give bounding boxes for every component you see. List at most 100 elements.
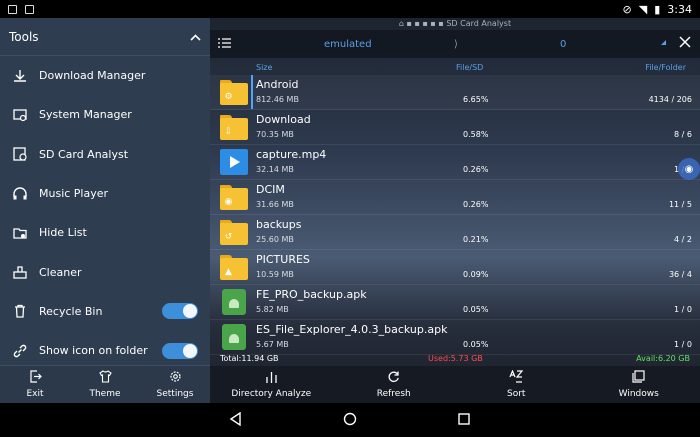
file-name: PICTURES (256, 253, 310, 266)
drawer-item-sd-card-analyst[interactable]: SD Card Analyst (0, 135, 210, 174)
app-title: SD Card Analyst (446, 19, 512, 28)
windows-icon (632, 370, 645, 386)
file-folder-count: 8 / 6 (674, 130, 692, 139)
recycle-bin-toggle[interactable] (162, 303, 198, 320)
file-size: 5.67 MB (256, 340, 289, 349)
file-size: 10.59 MB (256, 270, 294, 279)
refresh-icon (387, 370, 400, 386)
folder-camera-icon: ◉ (220, 183, 248, 211)
windows-button[interactable]: Windows (578, 366, 700, 403)
filefolder-column-header[interactable]: File/Folder (645, 63, 686, 72)
storage-notification-icon (25, 4, 34, 14)
system-manager-icon (11, 106, 29, 124)
directory-analyze-button[interactable]: Directory Analyze (210, 366, 333, 403)
analyst-toolbar: emulated ⟩ 0 (210, 30, 700, 58)
tools-drawer: Tools Download Manager System Manager SD… (0, 18, 210, 403)
table-row[interactable]: ES_File_Explorer_4.0.3_backup.apk 5.67 M… (210, 320, 700, 355)
tools-title: Tools (9, 29, 39, 44)
do-not-disturb-icon: ⊘ (622, 2, 632, 16)
file-size: 32.14 MB (256, 165, 294, 174)
table-row[interactable]: ↺ backups 25.60 MB 0.21% 4 / 2 (210, 215, 700, 250)
shirt-icon (98, 370, 112, 386)
drawer-item-recycle-bin[interactable]: Recycle Bin (0, 292, 210, 331)
used-storage: Used:5.73 GB (428, 354, 483, 363)
current-path[interactable]: emulated (324, 39, 372, 50)
analyst-bottom-bar: Directory Analyze Refresh Sort Windows (210, 366, 700, 403)
drawer-item-label: SD Card Analyst (39, 147, 129, 161)
status-bar: ⊘ ◥ ▮ 3:34 (0, 0, 700, 18)
selection-indicator (251, 75, 253, 109)
settings-button[interactable]: Settings (140, 366, 210, 403)
apk-android-icon (220, 288, 248, 316)
link-icon (11, 342, 29, 360)
table-row[interactable]: capture.mp4 32.14 MB 0.26% 1 / 0 (210, 145, 700, 180)
dropdown-corner-icon (661, 40, 666, 45)
file-name: FE_PRO_backup.apk (256, 288, 367, 301)
file-name: backups (256, 218, 302, 231)
drawer-item-system-manager[interactable]: System Manager (0, 95, 210, 134)
drawer-item-music-player[interactable]: Music Player (0, 174, 210, 213)
drawer-item-label: Hide List (39, 226, 87, 240)
battery-icon: ▮ (654, 2, 661, 16)
drawer-footer: Exit Theme Settings (0, 365, 210, 403)
file-size: 5.82 MB (256, 305, 289, 314)
app-title-strip: ⌂ ▪ ▪ ▪ ▪ ▪ SD Card Analyst (210, 18, 700, 30)
sort-az-icon (509, 369, 524, 386)
table-row[interactable]: ⇩ Download 70.35 MB 0.58% 8 / 6 (210, 110, 700, 145)
file-name: Download (256, 113, 311, 126)
table-row[interactable]: FE_PRO_backup.apk 5.82 MB 0.05% 1 / 0 (210, 285, 700, 320)
bars-icon (265, 371, 278, 386)
folder-backup-icon: ↺ (220, 218, 248, 246)
home-button-icon[interactable] (343, 411, 357, 430)
table-row[interactable]: ⚙ Android 812.46 MB 6.65% 4134 / 206 (210, 75, 700, 110)
drawer-item-label: Music Player (39, 187, 109, 201)
drawer-item-hide-list[interactable]: Hide List (0, 213, 210, 252)
table-row[interactable]: ▲ PICTURES 10.59 MB 0.09% 36 / 4 (210, 250, 700, 285)
refresh-button[interactable]: Refresh (333, 366, 456, 403)
folder-image-icon: ▲ (220, 253, 248, 281)
file-folder-count: 1 / 0 (674, 305, 692, 314)
folder-download-icon: ⇩ (220, 113, 248, 141)
back-icon[interactable] (229, 411, 243, 430)
drawer-item-label: Show icon on folder (39, 344, 148, 358)
tools-header[interactable]: Tools (0, 18, 210, 56)
image-notification-icon (8, 4, 17, 14)
size-column-header[interactable]: Size (256, 63, 272, 72)
download-icon (11, 67, 29, 85)
theme-button[interactable]: Theme (70, 366, 140, 403)
file-name: capture.mp4 (256, 148, 327, 161)
file-percent: 0.21% (463, 235, 489, 244)
table-row[interactable]: ◉ DCIM 31.66 MB 0.26% 11 / 5 (210, 180, 700, 215)
file-name: Android (256, 78, 299, 91)
video-file-icon (220, 148, 248, 176)
floating-bubble-icon[interactable]: ◉ (678, 158, 700, 180)
drawer-item-label: Cleaner (39, 265, 82, 279)
home-icon: ⌂ ▪ ▪ ▪ ▪ ▪ (398, 19, 447, 28)
wifi-icon: ◥ (638, 2, 648, 16)
close-icon[interactable] (678, 35, 692, 52)
file-list: ⚙ Android 812.46 MB 6.65% 4134 / 206 ⇩ D… (210, 75, 700, 355)
available-storage: Avail:6.20 GB (636, 354, 690, 363)
exit-icon (29, 370, 42, 386)
drawer-item-label: System Manager (39, 108, 132, 122)
file-name: ES_File_Explorer_4.0.3_backup.apk (256, 323, 448, 336)
file-folder-count: 4134 / 206 (648, 95, 692, 104)
file-percent: 0.05% (463, 305, 489, 314)
drawer-item-download-manager[interactable]: Download Manager (0, 56, 210, 95)
folder-settings-icon: ⚙ (220, 78, 248, 106)
chevron-up-icon[interactable] (190, 30, 201, 44)
recents-icon[interactable] (457, 411, 471, 430)
exit-button[interactable]: Exit (0, 366, 70, 403)
hide-list-icon (11, 224, 29, 242)
list-menu-icon[interactable] (218, 38, 231, 51)
total-storage: Total:11.94 GB (220, 354, 279, 363)
file-percent: 6.65% (463, 95, 489, 104)
drawer-item-label: Recycle Bin (39, 304, 103, 318)
file-folder-count: 36 / 4 (668, 270, 692, 279)
selected-count: 0 (560, 38, 567, 50)
drawer-item-cleaner[interactable]: Cleaner (0, 252, 210, 291)
filesd-column-header[interactable]: File/SD (456, 63, 483, 72)
sort-button[interactable]: Sort (455, 366, 578, 403)
show-icon-toggle[interactable] (162, 342, 198, 359)
gear-icon (169, 370, 182, 386)
